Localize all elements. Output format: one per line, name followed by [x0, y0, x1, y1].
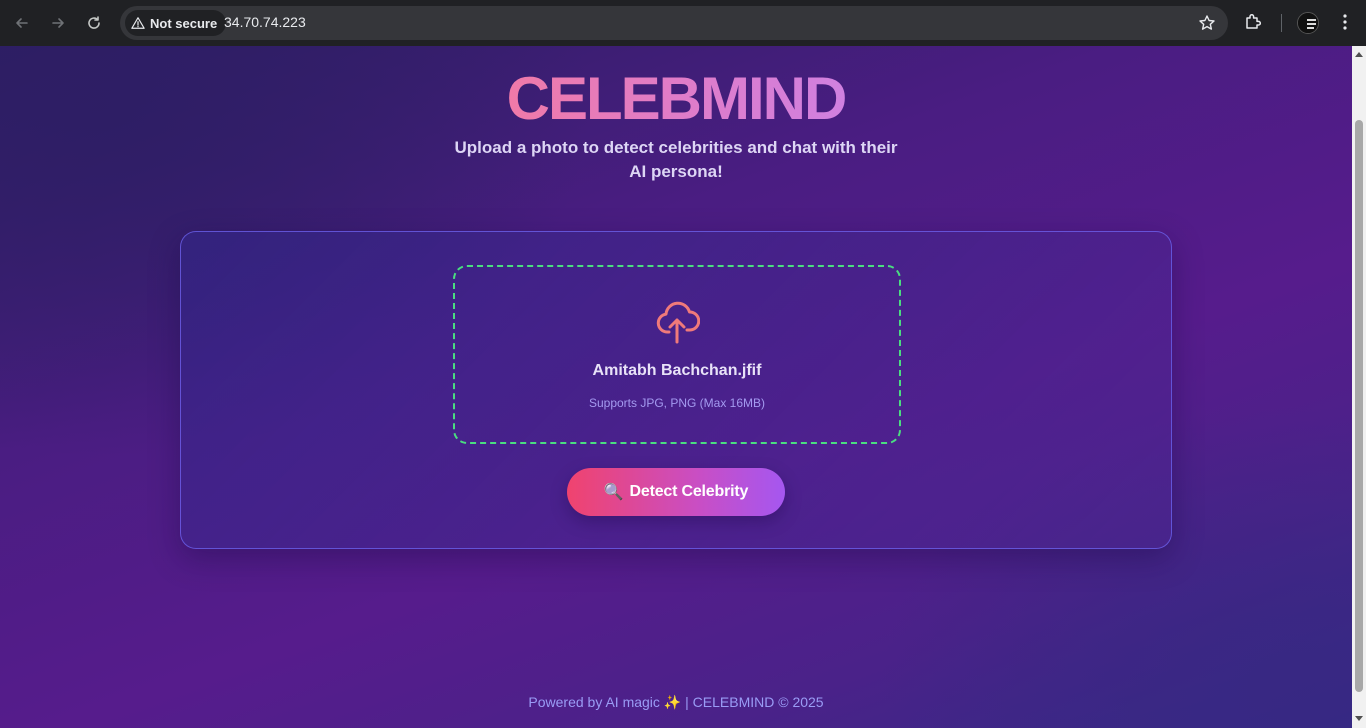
reload-icon [88, 16, 100, 29]
scrollbar-thumb[interactable] [1355, 120, 1363, 692]
page-viewport: CELEBMIND Upload a photo to detect celeb… [0, 46, 1352, 728]
toolbar-divider [1281, 14, 1282, 32]
footer-powered-by: Powered by AI magic [528, 694, 660, 710]
back-button[interactable] [8, 9, 36, 37]
vertical-scrollbar[interactable] [1352, 46, 1366, 728]
profile-avatar[interactable] [1297, 12, 1319, 34]
back-arrow-icon [16, 18, 28, 28]
app-logo: CELEBMIND [0, 64, 1352, 133]
page-subtitle: Upload a photo to detect celebrities and… [454, 138, 898, 181]
forward-button[interactable] [44, 9, 72, 37]
extensions-icon[interactable] [1243, 12, 1263, 32]
warning-icon [131, 17, 145, 29]
upload-card: Amitabh Bachchan.jfif Supports JPG, PNG … [180, 231, 1172, 549]
detect-celebrity-button[interactable]: 🔍 Detect Celebrity [567, 468, 785, 516]
address-bar[interactable]: Not secure 34.70.74.223 [120, 6, 1228, 40]
file-format-hint: Supports JPG, PNG (Max 16MB) [588, 396, 766, 410]
file-dropzone[interactable]: Amitabh Bachchan.jfif Supports JPG, PNG … [453, 265, 901, 444]
scroll-up-arrow-icon[interactable] [1355, 52, 1363, 57]
selected-file-name: Amitabh Bachchan.jfif [592, 362, 762, 379]
logo-text: CELEBMIND [506, 65, 848, 132]
forward-arrow-icon [52, 18, 64, 28]
footer-copyright: | CELEBMIND © 2025 [685, 694, 824, 710]
cloud-upload-icon [656, 301, 700, 344]
scroll-down-arrow-icon[interactable] [1355, 716, 1363, 721]
more-menu-icon[interactable] [1335, 12, 1355, 32]
url-text[interactable]: 34.70.74.223 [224, 14, 306, 30]
magnifier-icon: 🔍 [603, 484, 624, 501]
security-label: Not secure [150, 15, 218, 31]
profile-icon [1298, 13, 1318, 33]
detect-button-label: Detect Celebrity [629, 483, 749, 500]
page-footer: Powered by AI magic ✨ | CELEBMIND © 2025 [0, 694, 1352, 711]
browser-toolbar: Not secure 34.70.74.223 [0, 0, 1366, 46]
security-indicator[interactable]: Not secure [125, 10, 227, 36]
reload-button[interactable] [80, 9, 108, 37]
bookmark-star-icon[interactable] [1198, 14, 1216, 32]
sparkle-icon: ✨ [663, 694, 682, 710]
